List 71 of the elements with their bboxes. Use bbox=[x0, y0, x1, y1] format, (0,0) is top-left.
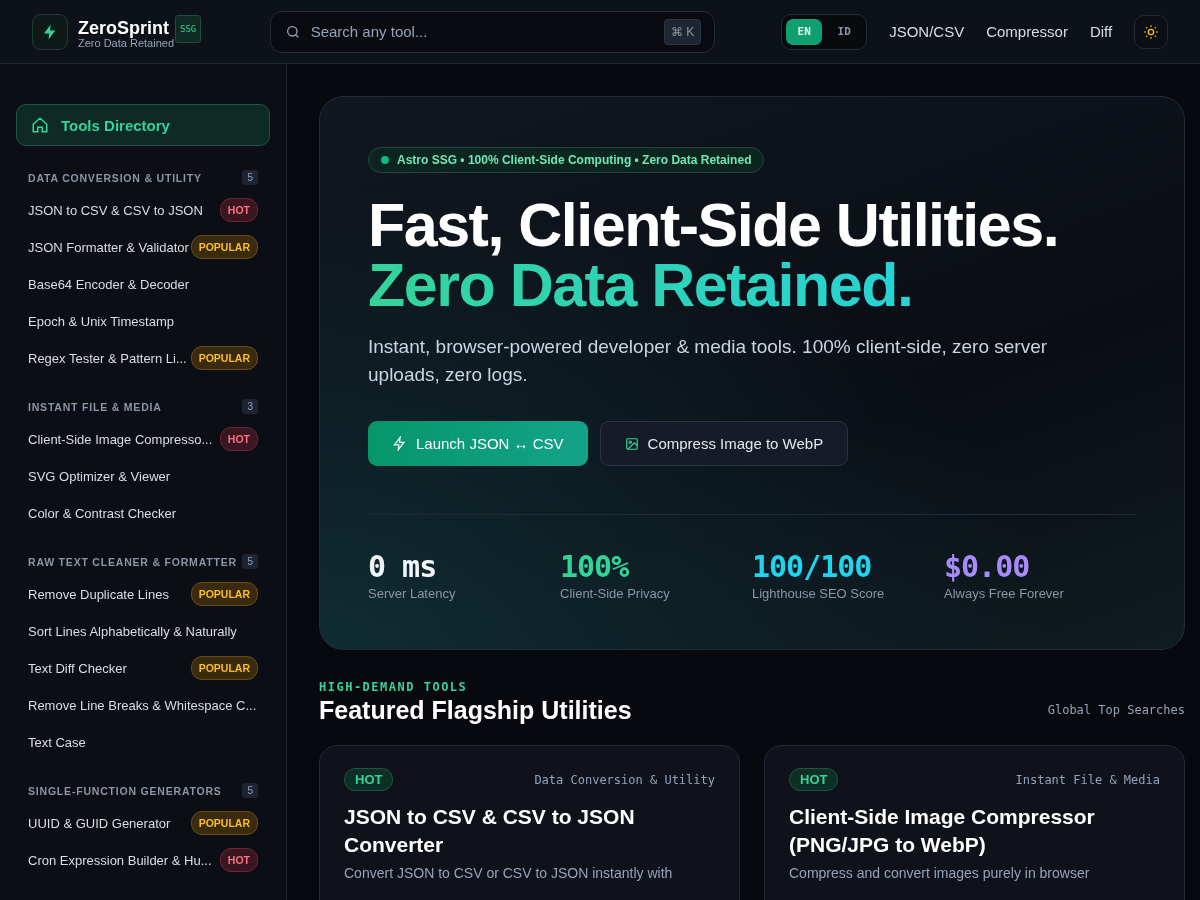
hot-badge: HOT bbox=[344, 768, 394, 791]
card-category: Instant File & Media bbox=[1015, 772, 1160, 787]
tag-badge: POPULAR bbox=[190, 811, 258, 835]
search-icon bbox=[284, 23, 301, 40]
feature-pill: Astro SSG • 100% Client-Side Computing • Zero Data Retained bbox=[368, 147, 765, 173]
hero-title: Fast, Client-Side Utilities. bbox=[368, 195, 1060, 255]
sidebar-item[interactable]: Text Diff Checker bbox=[28, 660, 127, 676]
sidebar-item[interactable]: Base64 Encoder & Decoder bbox=[28, 276, 190, 292]
sidebar-item[interactable]: Epoch & Unix Timestamp bbox=[28, 313, 174, 329]
sidebar-item[interactable]: Text Case bbox=[28, 734, 86, 750]
count-badge: 5 bbox=[242, 783, 258, 798]
stat-label: Client-Side Privacy bbox=[560, 586, 671, 601]
group-title: INSTANT FILE & MEDIA bbox=[28, 400, 162, 413]
ssg-badge: SSG bbox=[175, 14, 202, 43]
stat-value: $0.00 bbox=[944, 549, 1031, 584]
tag-badge: POPULAR bbox=[190, 582, 258, 606]
count-badge: 5 bbox=[242, 170, 258, 185]
group-title: DATA CONVERSION & UTILITY bbox=[28, 171, 202, 184]
sidebar-item[interactable]: UUID & GUID Generator bbox=[28, 815, 171, 831]
tag-badge: POPULAR bbox=[190, 235, 258, 259]
home-icon bbox=[31, 116, 49, 134]
card-description: Compress and convert images purely in browser bbox=[789, 865, 1091, 882]
sidebar-item[interactable]: Remove Line Breaks & Whitespace C... bbox=[28, 697, 257, 713]
card-description: Convert JSON to CSV or CSV to JSON instantly with bbox=[344, 865, 674, 882]
stat-label: Server Latency bbox=[368, 586, 457, 601]
nav-link[interactable]: Diff bbox=[1089, 23, 1113, 40]
sidebar-item[interactable]: JSON to CSV & CSV to JSON bbox=[28, 202, 203, 218]
image-icon bbox=[624, 436, 639, 451]
tag-badge: HOT bbox=[219, 427, 258, 451]
theme-toggle[interactable] bbox=[1134, 14, 1168, 49]
sidebar-item[interactable]: JSON Formatter & Validator bbox=[28, 239, 189, 255]
tag-badge: POPULAR bbox=[190, 346, 258, 370]
stat-value: 100/100 bbox=[752, 549, 873, 584]
group-title: RAW TEXT CLEANER & FORMATTER bbox=[28, 555, 237, 568]
sidebar-item[interactable]: Color & Contrast Checker bbox=[28, 505, 177, 521]
sun-icon bbox=[1143, 23, 1160, 40]
section-title: Featured Flagship Utilities bbox=[319, 696, 632, 725]
group-title: SINGLE-FUNCTION GENERATORS bbox=[28, 784, 222, 797]
stat-value: 100% bbox=[560, 549, 630, 584]
sidebar-item[interactable]: Cron Expression Builder & Hu... bbox=[28, 852, 212, 868]
sidebar-item[interactable]: Client-Side Image Compresso... bbox=[28, 431, 213, 447]
tools-directory-link[interactable]: Tools Directory bbox=[16, 104, 270, 146]
nav-link[interactable]: JSON/CSV bbox=[889, 23, 965, 40]
tool-card[interactable]: HOT Data Conversion & Utility JSON to CSV & CSV to JSON Converter Convert JSON to CSV or CSV to JSON instantly with bbox=[319, 745, 740, 900]
bolt-icon bbox=[392, 436, 407, 451]
count-badge: 3 bbox=[242, 399, 258, 414]
card-title: Client-Side Image Compressor (PNG/JPG to WebP) bbox=[789, 804, 1096, 858]
stat-value: 0 ms bbox=[368, 549, 438, 584]
sidebar-item[interactable]: Remove Duplicate Lines bbox=[28, 586, 169, 602]
stat-label: Always Free Forever bbox=[944, 586, 1065, 601]
sidebar-item[interactable]: Regex Tester & Pattern Li... bbox=[28, 350, 187, 366]
language-option[interactable]: ID bbox=[826, 18, 863, 45]
bolt-icon[interactable] bbox=[32, 13, 68, 50]
sidebar-item[interactable]: Sort Lines Alphabetically & Naturally bbox=[28, 623, 237, 639]
hot-badge: HOT bbox=[789, 768, 839, 791]
brand-tagline: Zero Data Retained bbox=[78, 36, 175, 49]
section-note: Global Top Searches bbox=[1047, 703, 1185, 717]
card-category: Data Conversion & Utility bbox=[534, 772, 715, 787]
tag-badge: HOT bbox=[219, 198, 258, 222]
tag-badge: HOT bbox=[219, 848, 258, 872]
card-title: JSON to CSV & CSV to JSON Converter bbox=[344, 804, 636, 858]
hero-subtitle: Instant, browser-powered developer & media tools. 100% client-side, zero server uploads, zero logs. bbox=[368, 335, 1049, 387]
compress-button[interactable]: Compress Image to WebP bbox=[599, 421, 849, 466]
tag-badge: POPULAR bbox=[190, 656, 258, 680]
tool-card[interactable]: HOT Instant File & Media Client-Side Image Compressor (PNG/JPG to WebP) Compress and convert images purely in browser bbox=[764, 745, 1185, 900]
section-eyebrow: HIGH-DEMAND TOOLS bbox=[319, 680, 469, 694]
sidebar-item[interactable]: SVG Optimizer & Viewer bbox=[28, 468, 171, 484]
count-badge: 5 bbox=[242, 554, 258, 569]
nav-link[interactable]: Compressor bbox=[986, 23, 1068, 40]
stat-label: Lighthouse SEO Score bbox=[752, 586, 886, 601]
brand-name[interactable]: ZeroSprint bbox=[78, 18, 169, 39]
